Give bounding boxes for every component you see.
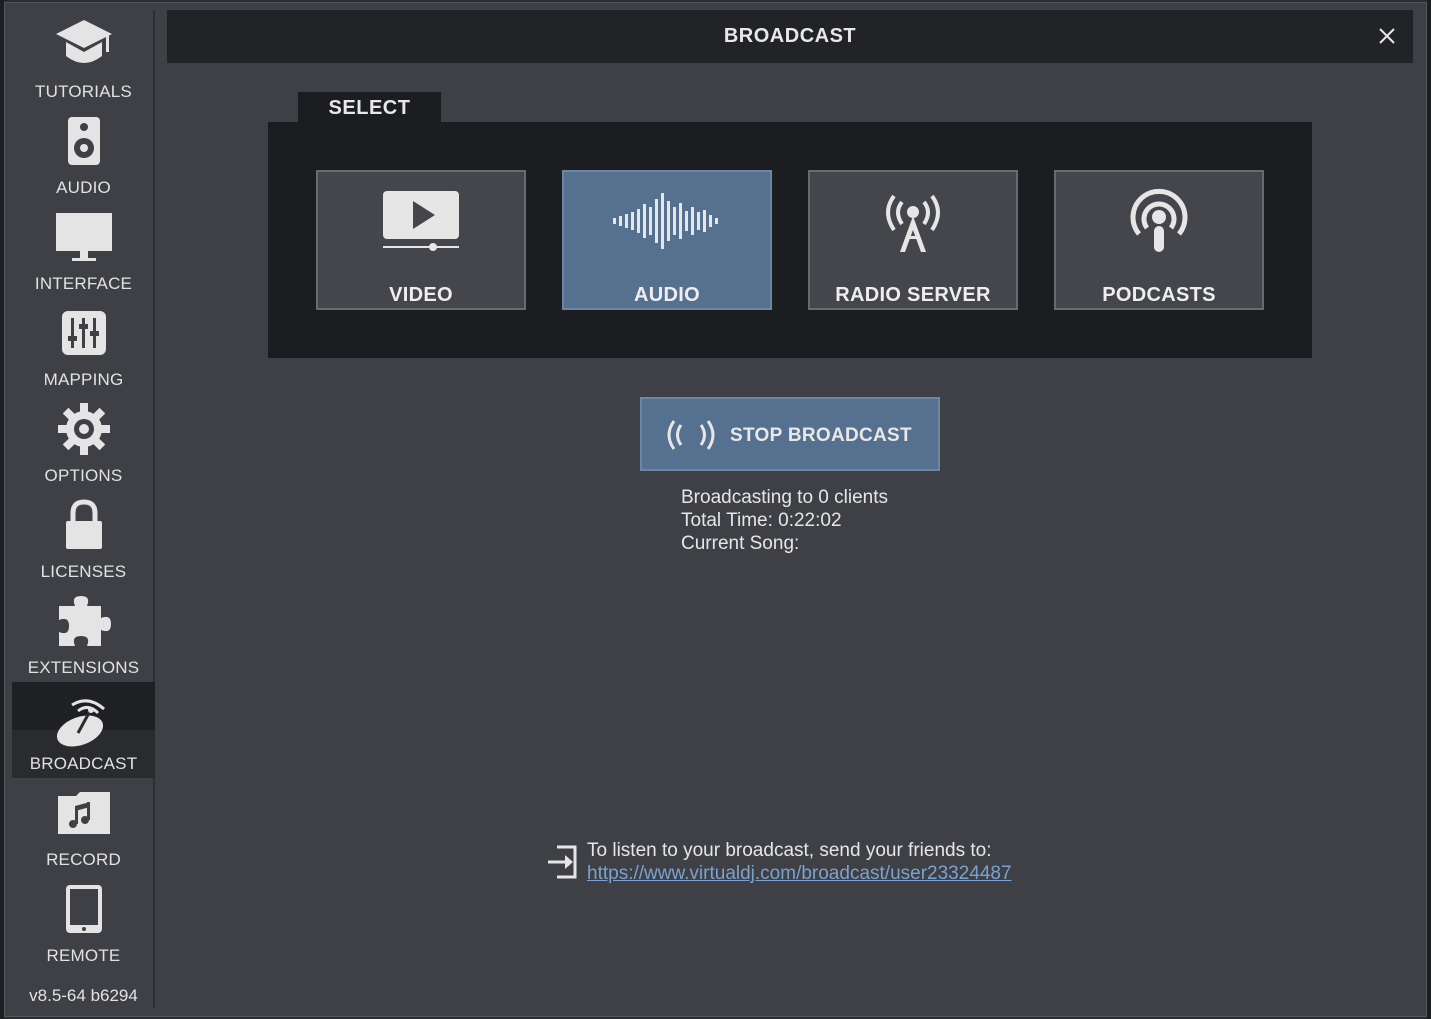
sidebar-item-licenses[interactable]: LICENSES	[12, 490, 155, 586]
music-folder-icon	[12, 784, 155, 842]
sidebar-item-label: RECORD	[46, 850, 121, 869]
sidebar-item-label: REMOTE	[46, 946, 121, 965]
sidebar-item-interface[interactable]: INTERFACE	[12, 202, 155, 298]
status-total-time: Total Time: 0:22:02	[681, 510, 842, 531]
sidebar-item-label: AUDIO	[56, 178, 111, 197]
stop-broadcast-button[interactable]: STOP BROADCAST	[640, 397, 940, 471]
status-clients: Broadcasting to 0 clients	[681, 487, 889, 508]
mode-label: RADIO SERVER	[835, 284, 991, 306]
broadcast-link[interactable]: https://www.virtualdj.com/broadcast/user…	[587, 863, 1012, 885]
broadcast-waves-icon	[662, 419, 720, 451]
sidebar-item-label: LICENSES	[40, 562, 127, 581]
sidebar-item-mapping[interactable]: MAPPING	[12, 298, 155, 394]
sidebar-item-label: MAPPING	[43, 370, 124, 389]
radio-tower-icon	[810, 186, 1016, 256]
tablet-icon	[12, 880, 155, 938]
mode-label: AUDIO	[634, 284, 700, 306]
sidebar-item-tutorials[interactable]: TUTORIALS	[12, 10, 155, 106]
sidebar-item-broadcast[interactable]: BROADCAST	[12, 682, 155, 778]
monitor-icon	[12, 208, 155, 266]
share-instructions: To listen to your broadcast, send your f…	[587, 840, 992, 861]
satellite-dish-icon	[12, 688, 155, 747]
page-title: BROADCAST	[723, 25, 857, 47]
sidebar-item-remote[interactable]: REMOTE	[12, 874, 155, 970]
select-tab: SELECT	[298, 92, 441, 125]
status-current-song: Current Song:	[681, 533, 800, 554]
close-button[interactable]	[1375, 24, 1399, 48]
puzzle-icon	[12, 592, 155, 650]
mode-video-button[interactable]: VIDEO	[316, 170, 526, 310]
sidebar-item-label: INTERFACE	[34, 274, 133, 293]
sidebar-item-label: OPTIONS	[44, 466, 123, 485]
sidebar-item-label: BROADCAST	[29, 754, 138, 773]
sidebar-item-extensions[interactable]: EXTENSIONS	[12, 586, 155, 682]
audio-wave-icon	[564, 186, 770, 256]
stop-broadcast-label: STOP BROADCAST	[730, 425, 912, 446]
mode-label: VIDEO	[389, 284, 453, 306]
sliders-icon	[12, 304, 155, 362]
mode-label: PODCASTS	[1102, 284, 1216, 306]
lock-icon	[12, 496, 155, 554]
version-label: v8.5-64 b6294	[29, 986, 138, 1005]
sidebar-item-audio[interactable]: AUDIO	[12, 106, 155, 202]
podcast-icon	[1056, 186, 1262, 256]
share-arrow-icon	[545, 843, 579, 881]
title-bar: BROADCAST	[167, 10, 1413, 63]
mode-audio-button[interactable]: AUDIO	[562, 170, 772, 310]
broadcast-status: Broadcasting to 0 clients Total Time: 0:…	[681, 486, 888, 555]
video-play-icon	[318, 186, 524, 256]
gear-icon	[12, 400, 155, 458]
mode-radio-server-button[interactable]: RADIO SERVER	[808, 170, 1018, 310]
sidebar-item-record[interactable]: RECORD	[12, 778, 155, 874]
sidebar-item-options[interactable]: OPTIONS	[12, 394, 155, 490]
sidebar: TUTORIALS AUDIO INTERFACE MAPPING OPTION…	[12, 10, 155, 1008]
speaker-icon	[12, 112, 155, 170]
close-icon	[1379, 28, 1395, 44]
sidebar-item-label: EXTENSIONS	[27, 658, 140, 677]
window-edge-right	[1427, 0, 1431, 1019]
graduation-cap-icon	[12, 16, 155, 74]
select-panel: VIDEO AUDIO RADIO SERVER PODCASTS	[268, 122, 1312, 358]
mode-podcasts-button[interactable]: PODCASTS	[1054, 170, 1264, 310]
sidebar-item-label: TUTORIALS	[35, 82, 132, 101]
